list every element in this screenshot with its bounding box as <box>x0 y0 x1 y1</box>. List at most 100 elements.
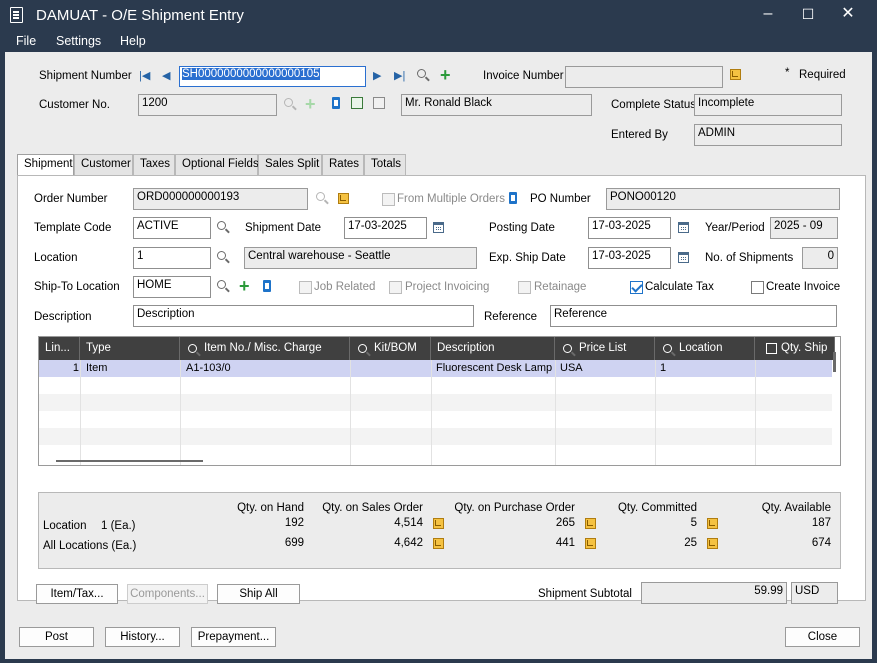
grid-divider <box>80 360 81 465</box>
customer-no-field: 1200 <box>138 94 277 116</box>
all-committed-drilldown-icon[interactable] <box>707 538 718 549</box>
post-button[interactable]: Post <box>19 627 94 647</box>
exp-ship-date-input[interactable]: 17-03-2025 <box>588 247 671 269</box>
ship-to-location-label: Ship-To Location <box>34 281 120 293</box>
menu-help[interactable]: Help <box>120 34 146 48</box>
col-item-search-icon <box>188 344 197 353</box>
tab-totals[interactable]: Totals <box>364 154 406 175</box>
ship-to-search-icon[interactable] <box>217 280 226 289</box>
ship-to-contact-icon[interactable] <box>263 280 271 292</box>
next-record-icon[interactable]: ▶ <box>373 69 387 83</box>
tab-sales-split[interactable]: Sales Split <box>258 154 322 175</box>
qty-available-header: Qty. Available <box>761 502 831 514</box>
posting-date-input[interactable]: 17-03-2025 <box>588 217 671 239</box>
location-description-field: Central warehouse - Seattle <box>244 247 477 269</box>
order-number-field: ORD000000000193 <box>133 188 308 210</box>
last-record-icon[interactable]: ▶| <box>394 69 408 83</box>
history-button[interactable]: History... <box>105 627 180 647</box>
col-qty-icon <box>766 343 777 354</box>
sales-order-drilldown-icon[interactable] <box>433 518 444 529</box>
col-item-no[interactable]: Item No./ Misc. Charge <box>180 337 350 360</box>
summary-location-label: Location <box>43 520 87 532</box>
po-number-field: PONO00120 <box>606 188 840 210</box>
col-description[interactable]: Description <box>431 337 555 360</box>
grid-divider <box>350 360 351 465</box>
all-sales-order-drilldown-icon[interactable] <box>433 538 444 549</box>
form-body: Shipment Number |◀ ◀ SH00000000000000001… <box>5 52 872 659</box>
retainage-label: Retainage <box>534 281 587 293</box>
detail-grid[interactable]: Lin... Type Item No./ Misc. Charge Kit/B… <box>38 336 841 466</box>
exp-ship-date-calendar-icon[interactable] <box>678 252 689 263</box>
shipment-number-input[interactable]: SH0000000000000000105 <box>179 66 366 87</box>
tab-shipment[interactable]: Shipment <box>17 154 74 176</box>
location-search-icon[interactable] <box>217 251 226 260</box>
menu-bar: File Settings Help <box>0 30 877 52</box>
description-input[interactable]: Description <box>133 305 474 327</box>
menu-settings[interactable]: Settings <box>56 34 101 48</box>
col-line[interactable]: Lin... <box>39 337 80 360</box>
customer-no-label: Customer No. <box>39 99 110 111</box>
first-record-icon[interactable]: |◀ <box>139 69 153 83</box>
purchase-order-drilldown-icon[interactable] <box>585 518 596 529</box>
all-purchase-order-drilldown-icon[interactable] <box>585 538 596 549</box>
tab-rates[interactable]: Rates <box>322 154 364 175</box>
tab-customer[interactable]: Customer <box>74 154 133 175</box>
posting-date-calendar-icon[interactable] <box>678 222 689 233</box>
horizontal-scrollbar[interactable] <box>56 460 203 462</box>
previous-record-icon[interactable]: ◀ <box>162 69 176 83</box>
invoice-number-field <box>565 66 723 88</box>
app-window: DAMUAT - O/E Shipment Entry – ☐ ✕ File S… <box>0 0 877 663</box>
notes-icon[interactable] <box>730 69 741 80</box>
add-icon[interactable]: + <box>440 66 454 84</box>
customer-search-icon <box>284 98 293 107</box>
summary-all-locations-label: All Locations (Ea.) <box>43 540 137 552</box>
template-search-icon[interactable] <box>217 221 226 230</box>
posting-date-label: Posting Date <box>489 222 555 234</box>
order-number-label: Order Number <box>34 193 108 205</box>
location-input[interactable]: 1 <box>133 247 211 269</box>
entered-by-label: Entered By <box>611 129 668 141</box>
search-icon[interactable] <box>417 69 426 78</box>
qty-on-sales-order-header: Qty. on Sales Order <box>322 502 423 514</box>
shipment-date-input[interactable]: 17-03-2025 <box>344 217 427 239</box>
item-tax-button[interactable]: Item/Tax... <box>36 584 118 604</box>
po-contact-icon[interactable] <box>509 192 517 204</box>
minimize-button[interactable]: – <box>758 4 778 24</box>
shipment-date-calendar-icon[interactable] <box>433 222 444 233</box>
location-qty-on-purchase-order: 265 <box>555 517 575 529</box>
preview-icon[interactable] <box>373 97 385 109</box>
committed-drilldown-icon[interactable] <box>707 518 718 529</box>
prepayment-button[interactable]: Prepayment... <box>191 627 276 647</box>
col-qty-shipped-label: Qty. Ship <box>781 342 828 354</box>
order-notes-icon[interactable] <box>338 193 349 204</box>
close-window-button[interactable]: ✕ <box>838 4 858 24</box>
col-location-label: Location <box>679 342 723 354</box>
grid-divider <box>180 360 181 465</box>
complete-status-label: Complete Status <box>611 99 697 111</box>
all-qty-available: 674 <box>811 537 831 549</box>
close-button[interactable]: Close <box>785 627 860 647</box>
col-location-search-icon <box>663 344 672 353</box>
maximize-button[interactable]: ☐ <box>798 4 818 24</box>
ship-to-location-input[interactable]: HOME <box>133 276 211 298</box>
col-type[interactable]: Type <box>80 337 180 360</box>
summary-location-value: 1 (Ea.) <box>101 520 136 532</box>
create-invoice-checkbox[interactable] <box>751 281 764 294</box>
ship-to-add-icon[interactable]: + <box>239 277 253 295</box>
no-of-shipments-field: 0 <box>802 247 838 269</box>
shipment-subtotal-field: 59.99 <box>641 582 787 604</box>
shipment-number-label: Shipment Number <box>39 70 132 82</box>
tab-taxes[interactable]: Taxes <box>133 154 175 175</box>
template-code-input[interactable]: ACTIVE <box>133 217 211 239</box>
ship-all-button[interactable]: Ship All <box>217 584 300 604</box>
vertical-scrollbar[interactable] <box>833 352 836 372</box>
invoice-number-label: Invoice Number <box>483 70 564 82</box>
contact-icon[interactable] <box>332 97 340 109</box>
calculate-tax-checkbox[interactable] <box>630 281 643 294</box>
checklist-icon[interactable] <box>351 97 363 109</box>
retainage-checkbox <box>518 281 531 294</box>
reference-input[interactable]: Reference <box>550 305 837 327</box>
menu-file[interactable]: File <box>16 34 36 48</box>
tab-optional-fields[interactable]: Optional Fields <box>175 154 259 175</box>
cell-description: Fluorescent Desk Lamp <box>436 362 553 374</box>
